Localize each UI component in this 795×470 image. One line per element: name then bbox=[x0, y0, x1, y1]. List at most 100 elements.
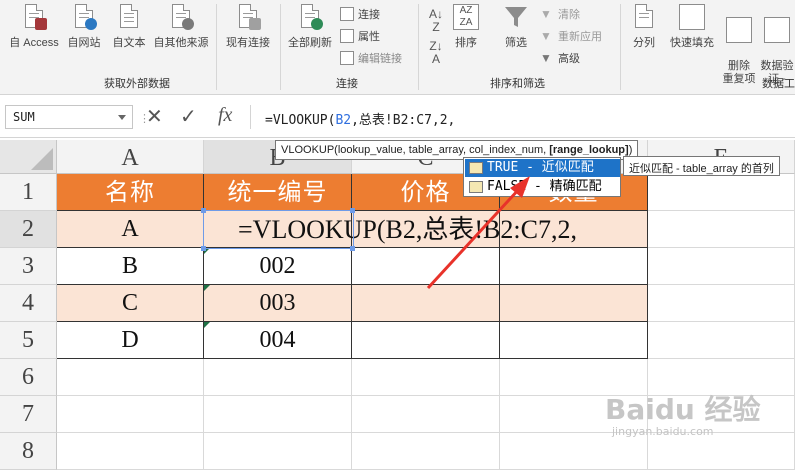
column-header-a[interactable]: A bbox=[57, 140, 204, 174]
select-all-corner[interactable] bbox=[0, 140, 57, 174]
resize-handle[interactable] bbox=[350, 208, 355, 213]
from-web-button[interactable]: 自网站 bbox=[63, 4, 105, 50]
cell[interactable] bbox=[352, 396, 500, 433]
sort-icon: AZ ZA bbox=[453, 4, 479, 30]
from-text-label: 自文本 bbox=[112, 37, 146, 49]
text-file-icon bbox=[116, 4, 142, 30]
cell[interactable] bbox=[57, 359, 204, 396]
table-cell[interactable] bbox=[352, 322, 500, 359]
from-other-sources-label: 自其他来源 bbox=[153, 37, 209, 49]
table-cell[interactable]: B bbox=[57, 248, 204, 285]
table-cell[interactable] bbox=[500, 285, 648, 322]
from-other-sources-button[interactable]: 自其他来源 bbox=[149, 4, 213, 50]
formula-input[interactable]: =VLOOKUP(B2,总表!B2:C7,2, bbox=[250, 105, 795, 129]
cell[interactable] bbox=[204, 359, 352, 396]
cell[interactable] bbox=[648, 433, 795, 470]
refresh-all-button[interactable]: 全部刷新 bbox=[284, 4, 336, 50]
separator bbox=[216, 4, 217, 90]
cell[interactable] bbox=[204, 396, 352, 433]
autocomplete-item-false[interactable]: FALSE - 精确匹配 bbox=[465, 178, 620, 196]
table-cell[interactable]: 003 bbox=[204, 285, 352, 322]
chevron-down-icon[interactable] bbox=[118, 115, 126, 120]
sort-za-button[interactable]: Z↓ A bbox=[424, 40, 448, 66]
text-to-columns-button[interactable]: 分列 bbox=[626, 4, 662, 50]
cell[interactable] bbox=[648, 248, 795, 285]
remove-duplicates-icon bbox=[726, 17, 752, 43]
row-header-1[interactable]: 1 bbox=[0, 174, 57, 211]
row-header-8[interactable]: 8 bbox=[0, 433, 57, 470]
remove-duplicates-button[interactable]: 删除 重复项 bbox=[720, 4, 758, 86]
cell[interactable] bbox=[648, 285, 795, 322]
tooltip-bold-arg[interactable]: [range_lookup] bbox=[549, 144, 628, 156]
table-cell[interactable]: 002 bbox=[204, 248, 352, 285]
autocomplete-item-true[interactable]: TRUE - 近似匹配 bbox=[465, 159, 620, 177]
cell[interactable] bbox=[57, 433, 204, 470]
cell[interactable] bbox=[648, 322, 795, 359]
from-text-button[interactable]: 自文本 bbox=[108, 4, 150, 50]
row-header-5[interactable]: 5 bbox=[0, 322, 57, 359]
cell[interactable] bbox=[57, 396, 204, 433]
table-cell[interactable]: 004 bbox=[204, 322, 352, 359]
cell[interactable] bbox=[204, 433, 352, 470]
resize-handle[interactable] bbox=[201, 208, 206, 213]
edit-links-button[interactable]: 编辑链接 bbox=[340, 49, 402, 67]
cancel-button[interactable]: ✕ bbox=[146, 104, 163, 129]
connections-button[interactable]: 连接 bbox=[340, 5, 380, 23]
text-to-columns-label: 分列 bbox=[633, 37, 655, 49]
cell[interactable] bbox=[352, 359, 500, 396]
cell[interactable] bbox=[648, 174, 795, 211]
name-box[interactable]: SUM bbox=[5, 105, 133, 129]
connections-label: 连接 bbox=[358, 9, 380, 21]
separator bbox=[418, 4, 419, 90]
clear-filter-button[interactable]: ▼ 清除 bbox=[540, 5, 580, 23]
table-cell[interactable] bbox=[500, 248, 648, 285]
filter-funnel-icon bbox=[503, 4, 529, 30]
sort-button[interactable]: AZ ZA 排序 bbox=[450, 4, 482, 50]
group-label-data-tools: 数据工 bbox=[762, 78, 795, 90]
argument-icon bbox=[469, 181, 483, 193]
error-indicator-icon[interactable] bbox=[204, 285, 210, 291]
flash-fill-icon bbox=[679, 4, 705, 30]
existing-connection-icon bbox=[235, 4, 261, 30]
row-header-6[interactable]: 6 bbox=[0, 359, 57, 396]
table-cell[interactable]: C bbox=[57, 285, 204, 322]
cell[interactable] bbox=[500, 433, 648, 470]
other-sources-icon bbox=[168, 4, 194, 30]
resize-handle[interactable] bbox=[201, 246, 206, 251]
table-cell[interactable] bbox=[352, 248, 500, 285]
sort-za-icon: Z↓ A bbox=[429, 39, 443, 66]
data-validation-button[interactable]: 数据验 证 - bbox=[760, 4, 794, 86]
table-header-cell[interactable]: 名称 bbox=[57, 174, 204, 211]
table-cell[interactable]: A bbox=[57, 211, 204, 248]
table-cell[interactable] bbox=[500, 322, 648, 359]
advanced-filter-button[interactable]: ▼ 高级 bbox=[540, 49, 580, 67]
row-header-3[interactable]: 3 bbox=[0, 248, 57, 285]
table-cell[interactable] bbox=[352, 285, 500, 322]
insert-function-button[interactable]: fx bbox=[218, 104, 232, 127]
cell[interactable] bbox=[648, 211, 795, 248]
sort-label: 排序 bbox=[455, 37, 477, 49]
sort-az-button[interactable]: A↓ Z bbox=[424, 8, 448, 34]
enter-button[interactable]: ✓ bbox=[180, 104, 197, 129]
watermark-url: jingyan.baidu.com bbox=[612, 425, 714, 438]
properties-button[interactable]: 属性 bbox=[340, 27, 380, 45]
filter-button[interactable]: 筛选 bbox=[500, 4, 532, 50]
existing-connections-label: 现有连接 bbox=[226, 37, 270, 49]
resize-handle[interactable] bbox=[350, 246, 355, 251]
flash-fill-button[interactable]: 快速填充 bbox=[664, 4, 720, 50]
existing-connections-button[interactable]: 现有连接 bbox=[220, 4, 276, 50]
row-header-2[interactable]: 2 bbox=[0, 211, 57, 248]
table-header-cell[interactable]: 统一编号 bbox=[204, 174, 352, 211]
from-access-button[interactable]: 自 Access bbox=[3, 4, 65, 50]
group-label-connections: 连接 bbox=[336, 78, 358, 90]
formula-bar: SUM ⋮ ✕ ✓ fx =VLOOKUP(B2,总表!B2:C7,2, bbox=[0, 96, 795, 138]
properties-label: 属性 bbox=[358, 31, 380, 43]
row-header-7[interactable]: 7 bbox=[0, 396, 57, 433]
cell[interactable] bbox=[352, 433, 500, 470]
reapply-button[interactable]: ▼ 重新应用 bbox=[540, 27, 602, 45]
autocomplete-list: TRUE - 近似匹配 FALSE - 精确匹配 bbox=[463, 157, 621, 197]
error-indicator-icon[interactable] bbox=[204, 322, 210, 328]
data-validation-icon bbox=[764, 17, 790, 43]
table-cell[interactable]: D bbox=[57, 322, 204, 359]
row-header-4[interactable]: 4 bbox=[0, 285, 57, 322]
